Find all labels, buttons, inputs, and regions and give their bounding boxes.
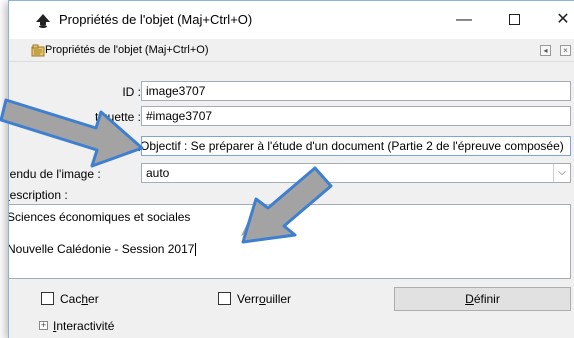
id-label: ID : [122, 85, 141, 99]
render-select[interactable]: auto ⌵ [141, 163, 571, 183]
lock-label: Verrouiller [237, 292, 292, 306]
close-panel-button[interactable]: × [560, 45, 571, 56]
chevron-down-icon: ⌵ [553, 164, 570, 182]
window-title: Propriétés de l'objet (Maj+Ctrl+O) [59, 12, 253, 27]
title-bar: Propriétés de l'objet (Maj+Ctrl+O) — ✕ [9, 1, 574, 39]
render-label: Rendu de l'image : [8, 167, 101, 181]
description-textarea[interactable]: Sciences économiques et sociales Nouvell… [8, 204, 571, 279]
maximize-icon [508, 14, 520, 25]
description-line [9, 225, 567, 241]
title-field[interactable]: Objectif : Se préparer à l'étude d'un do… [141, 136, 571, 156]
close-button[interactable]: ✕ [548, 7, 574, 33]
hide-label: Cacher [60, 292, 99, 306]
interactivity-expander[interactable]: Interactivité [53, 319, 114, 333]
set-button[interactable]: Définir [394, 287, 571, 311]
render-value: auto [146, 166, 170, 180]
hide-checkbox[interactable] [41, 292, 54, 305]
description-label: Description : [9, 188, 68, 202]
object-properties-window: Propriétés de l'objet (Maj+Ctrl+O) — ✕ P… [8, 0, 574, 338]
properties-panel-icon [31, 44, 45, 57]
description-line: Sciences économiques et sociales [8, 210, 191, 224]
panel-title: Propriétés de l'objet (Maj+Ctrl+O) [45, 44, 209, 56]
maximize-button[interactable] [499, 7, 529, 33]
expand-icon[interactable]: + [39, 321, 48, 330]
label-field[interactable]: #image3707 [141, 106, 571, 126]
title-label: Titre : [110, 140, 141, 154]
description-line: Nouvelle Calédonie - Session 2017 [8, 242, 197, 257]
label-label: tiquette : [94, 110, 141, 124]
dock-panel-button[interactable]: ◂ [540, 45, 551, 56]
id-field[interactable]: image3707 [141, 81, 571, 101]
panel-header: Propriétés de l'objet (Maj+Ctrl+O) ◂ × [9, 40, 574, 62]
lock-checkbox[interactable] [218, 292, 231, 305]
text-caret [195, 243, 197, 257]
inkscape-icon [36, 14, 50, 28]
minimize-button[interactable]: — [449, 7, 479, 33]
